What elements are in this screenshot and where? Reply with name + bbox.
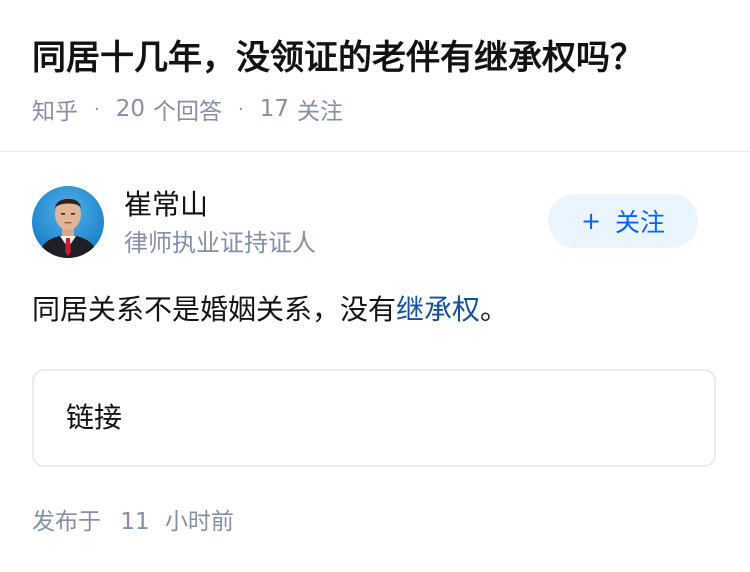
answers-label: 个回答: [153, 99, 223, 125]
publish-unit: 小时前: [164, 509, 234, 535]
publish-count: 11: [120, 509, 150, 535]
plus-icon: +: [580, 207, 602, 235]
follow-button-label: 关注: [615, 208, 666, 237]
meta-separator: ·: [238, 98, 244, 120]
follows-count: 17: [259, 96, 290, 122]
person-avatar-icon: [32, 186, 104, 258]
author-bio: 律师执业证持证人: [124, 229, 316, 257]
answers-count: 20: [115, 96, 146, 122]
source-label[interactable]: 知乎: [32, 92, 78, 126]
link-card[interactable]: 链接: [32, 369, 716, 467]
question-title: 同居十几年，没领证的老伴有继承权吗？: [32, 38, 644, 78]
publish-time: 发布于 11 小时前: [32, 505, 234, 539]
author-name[interactable]: 崔常山: [124, 186, 208, 224]
author-avatar[interactable]: [32, 186, 104, 258]
follow-button[interactable]: + 关注: [548, 194, 698, 248]
answer-content: 同居关系不是婚姻关系，没有继承权。: [32, 290, 508, 330]
link-card-label: 链接: [66, 401, 123, 434]
section-divider: [0, 151, 750, 152]
meta-separator: ·: [94, 98, 100, 120]
answer-text-before: 同居关系不是婚姻关系，没有: [32, 293, 397, 326]
publish-prefix: 发布于: [32, 509, 101, 535]
inheritance-right-link[interactable]: 继承权: [396, 293, 480, 326]
follows-label: 关注: [297, 99, 344, 125]
answer-text-after: 。: [480, 293, 509, 326]
question-meta: 知乎 · 20 个回答 · 17 关注: [32, 92, 343, 126]
